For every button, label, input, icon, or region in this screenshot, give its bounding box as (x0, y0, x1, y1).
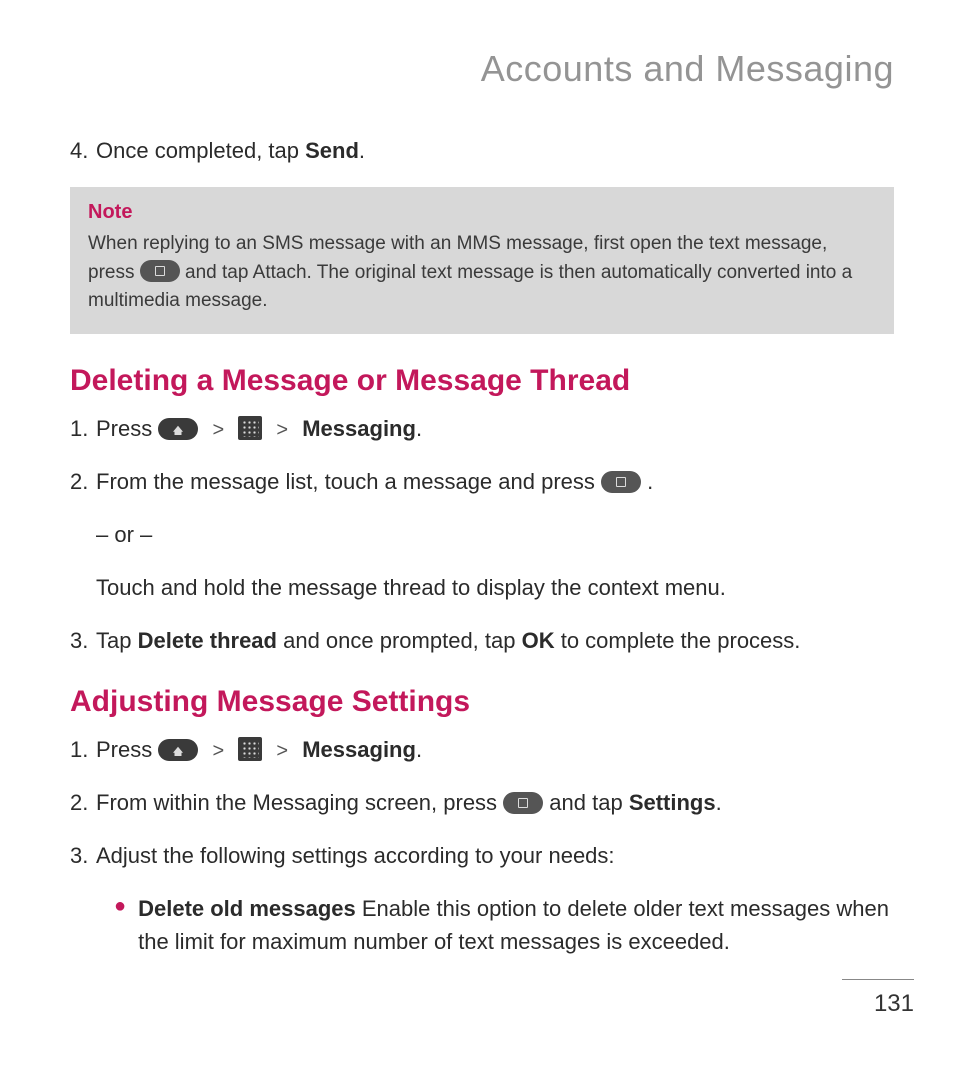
text: and once prompted, tap (277, 628, 522, 653)
separator: > (276, 415, 288, 445)
settings-label: Settings (629, 790, 716, 815)
text: Tap (96, 628, 138, 653)
step-body: Once completed, tap Send. (96, 134, 894, 167)
separator: > (212, 736, 224, 766)
delete-old-messages-label: Delete old messages (138, 896, 356, 921)
note-box: Note When replying to an SMS message wit… (70, 187, 894, 334)
section-heading-settings: Adjusting Message Settings (70, 685, 894, 719)
menu-button-icon (503, 792, 543, 814)
text: Press (96, 737, 158, 762)
text: . (647, 469, 653, 494)
text: From the message list, touch a message a… (96, 469, 601, 494)
or-separator: – or – (96, 518, 894, 551)
text: Press (96, 416, 158, 441)
separator: > (276, 736, 288, 766)
home-button-icon (158, 418, 198, 440)
text: and tap (549, 790, 629, 815)
bullet-icon: ● (114, 892, 126, 958)
text: to complete the process. (555, 628, 801, 653)
separator: > (212, 415, 224, 445)
text: . (716, 790, 722, 815)
step-number: 2. (70, 786, 96, 819)
text: and tap Attach. The original text messag… (88, 262, 852, 312)
bullet-body: Delete old messages Enable this option t… (138, 892, 894, 958)
note-body: When replying to an SMS message with an … (88, 230, 876, 316)
step-body: Tap Delete thread and once prompted, tap… (96, 624, 894, 657)
home-button-icon (158, 739, 198, 761)
chapter-title: Accounts and Messaging (70, 48, 894, 90)
text: . (359, 138, 365, 163)
messaging-label: Messaging (302, 737, 416, 762)
settings-step-1: 1. Press > > Messaging. (70, 733, 894, 766)
settings-bullet-delete-old: ● Delete old messages Enable this option… (114, 892, 894, 958)
step-number: 3. (70, 839, 96, 872)
text: From within the Messaging screen, press (96, 790, 503, 815)
delete-step-2: 2. From the message list, touch a messag… (70, 465, 894, 498)
ok-label: OK (522, 628, 555, 653)
settings-step-3: 3. Adjust the following settings accordi… (70, 839, 894, 872)
text: Once completed, tap (96, 138, 305, 163)
step-body: From within the Messaging screen, press … (96, 786, 894, 819)
note-label: Note (88, 201, 876, 224)
step-body: Press > > Messaging. (96, 412, 894, 445)
send-label: Send (305, 138, 359, 163)
step-number: 1. (70, 412, 96, 445)
step-number: 3. (70, 624, 96, 657)
messaging-label: Messaging (302, 416, 416, 441)
step-body: From the message list, touch a message a… (96, 465, 894, 498)
manual-page: Accounts and Messaging 4. Once completed… (0, 0, 954, 1074)
page-number: 131 (842, 979, 914, 1018)
apps-grid-icon (238, 416, 262, 440)
menu-button-icon (140, 260, 180, 282)
apps-grid-icon (238, 737, 262, 761)
settings-step-2: 2. From within the Messaging screen, pre… (70, 786, 894, 819)
menu-button-icon (601, 471, 641, 493)
section-heading-delete: Deleting a Message or Message Thread (70, 364, 894, 398)
text: . (416, 416, 422, 441)
step-number: 1. (70, 733, 96, 766)
step-number: 4. (70, 134, 96, 167)
step-number: 2. (70, 465, 96, 498)
delete-thread-label: Delete thread (138, 628, 277, 653)
delete-step-3: 3. Tap Delete thread and once prompted, … (70, 624, 894, 657)
delete-step-1: 1. Press > > Messaging. (70, 412, 894, 445)
step-4: 4. Once completed, tap Send. (70, 134, 894, 167)
alt-instruction: Touch and hold the message thread to dis… (96, 571, 894, 604)
step-body: Adjust the following settings according … (96, 839, 894, 872)
step-body: Press > > Messaging. (96, 733, 894, 766)
text: . (416, 737, 422, 762)
